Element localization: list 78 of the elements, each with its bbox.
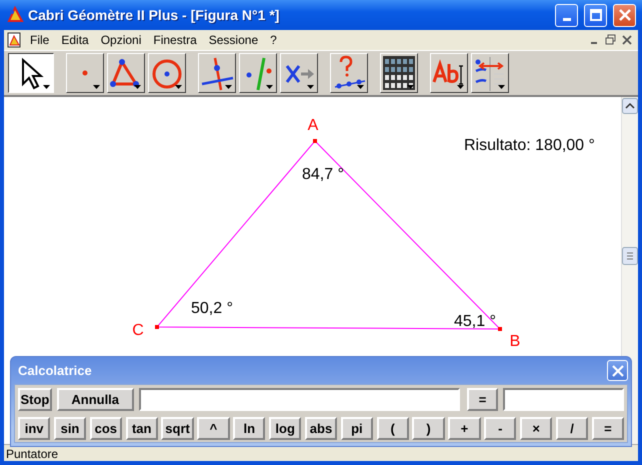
calculator-key[interactable]: abs — [304, 417, 338, 440]
calculator-key[interactable]: pi — [340, 417, 373, 440]
point-marker — [155, 325, 159, 329]
status-text: Puntatore — [6, 447, 58, 461]
caret-icon — [175, 85, 182, 89]
point-label: A — [308, 117, 318, 134]
menu-item[interactable]: Opzioni — [94, 33, 148, 47]
caret-icon — [498, 85, 505, 89]
caret-icon — [266, 85, 273, 89]
close-icon — [612, 364, 624, 376]
caret-icon — [307, 85, 314, 89]
display-tool-button[interactable] — [471, 53, 509, 93]
maximize-icon — [590, 9, 602, 21]
action-button[interactable]: Stop — [18, 388, 52, 411]
calculator-icon — [381, 54, 417, 92]
minimize-icon — [562, 18, 570, 20]
action-button[interactable]: Annulla — [56, 388, 134, 411]
minimize-button[interactable] — [555, 4, 578, 26]
lines-tool-button[interactable] — [198, 53, 236, 93]
scroll-thumb[interactable] — [622, 247, 638, 265]
transform-tool-button[interactable] — [280, 53, 318, 93]
circle-tool-button[interactable] — [148, 53, 186, 93]
point-label: C — [132, 322, 144, 339]
caret-icon — [225, 85, 232, 89]
maximize-button[interactable] — [584, 4, 607, 26]
window-title: Cabri Géomètre II Plus - [Figura N°1 *] — [28, 7, 280, 23]
calculator-key[interactable]: tan — [126, 417, 158, 440]
point-marker — [313, 139, 317, 143]
result-text: Risultato: 180,00 ° — [464, 137, 595, 154]
caret-icon — [43, 85, 50, 89]
expression-field[interactable] — [138, 388, 460, 411]
calculator-key[interactable]: ( — [376, 417, 409, 440]
calculator-key[interactable]: / — [556, 417, 588, 440]
point-tool-button[interactable] — [66, 53, 104, 93]
calculator-key[interactable]: log — [269, 417, 302, 440]
result-field[interactable] — [502, 388, 624, 411]
calculator-title: Calcolatrice — [18, 363, 93, 378]
caret-icon — [93, 85, 100, 89]
calculator-key[interactable]: = — [592, 417, 624, 440]
angle-measure: 84,7 ° — [302, 166, 344, 183]
restore-icon[interactable] — [605, 34, 616, 46]
calculator-key[interactable]: ln — [233, 417, 266, 440]
point-icon — [82, 70, 88, 76]
calculator-key[interactable]: inv — [18, 417, 50, 440]
menu-item[interactable]: Sessione — [202, 33, 264, 47]
parallel-tool-button[interactable] — [239, 53, 277, 93]
calculator-key[interactable]: cos — [90, 417, 122, 440]
menu-item[interactable]: ? — [264, 33, 283, 47]
calculator-tool-button[interactable] — [380, 53, 418, 93]
macro-tool-button[interactable] — [330, 53, 368, 93]
caret-icon — [134, 85, 141, 89]
close-button[interactable] — [613, 4, 636, 26]
menu-item[interactable]: Edita — [55, 33, 95, 47]
close-icon[interactable] — [622, 34, 632, 46]
calculator-key[interactable]: sqrt — [161, 417, 194, 440]
equals-button[interactable]: = — [467, 388, 498, 411]
app-logo-icon — [6, 6, 24, 24]
calculator-key[interactable]: - — [484, 417, 516, 440]
point-marker — [498, 327, 502, 331]
pointer-tool-button[interactable] — [8, 53, 54, 93]
calculator-key[interactable]: + — [448, 417, 481, 440]
scroll-up-button[interactable] — [622, 98, 638, 114]
angle-measure: 50,2 ° — [191, 300, 233, 317]
polygon-tool-button[interactable] — [107, 53, 145, 93]
calculator-key[interactable]: ) — [412, 417, 445, 440]
menu-item[interactable]: Finestra — [147, 33, 203, 47]
point-label: B — [510, 333, 520, 350]
caret-icon — [407, 85, 414, 89]
angle-measure: 45,1 ° — [454, 313, 496, 330]
menu-item[interactable]: File — [24, 33, 56, 47]
calculator-key[interactable]: × — [520, 417, 552, 440]
calculator-key[interactable]: ^ — [197, 417, 230, 440]
text-tool-button[interactable] — [430, 53, 468, 93]
caret-icon — [457, 85, 464, 89]
close-icon — [618, 9, 630, 21]
close-button[interactable] — [607, 360, 628, 381]
caret-icon — [357, 85, 364, 89]
calculator-key[interactable]: sin — [54, 417, 86, 440]
